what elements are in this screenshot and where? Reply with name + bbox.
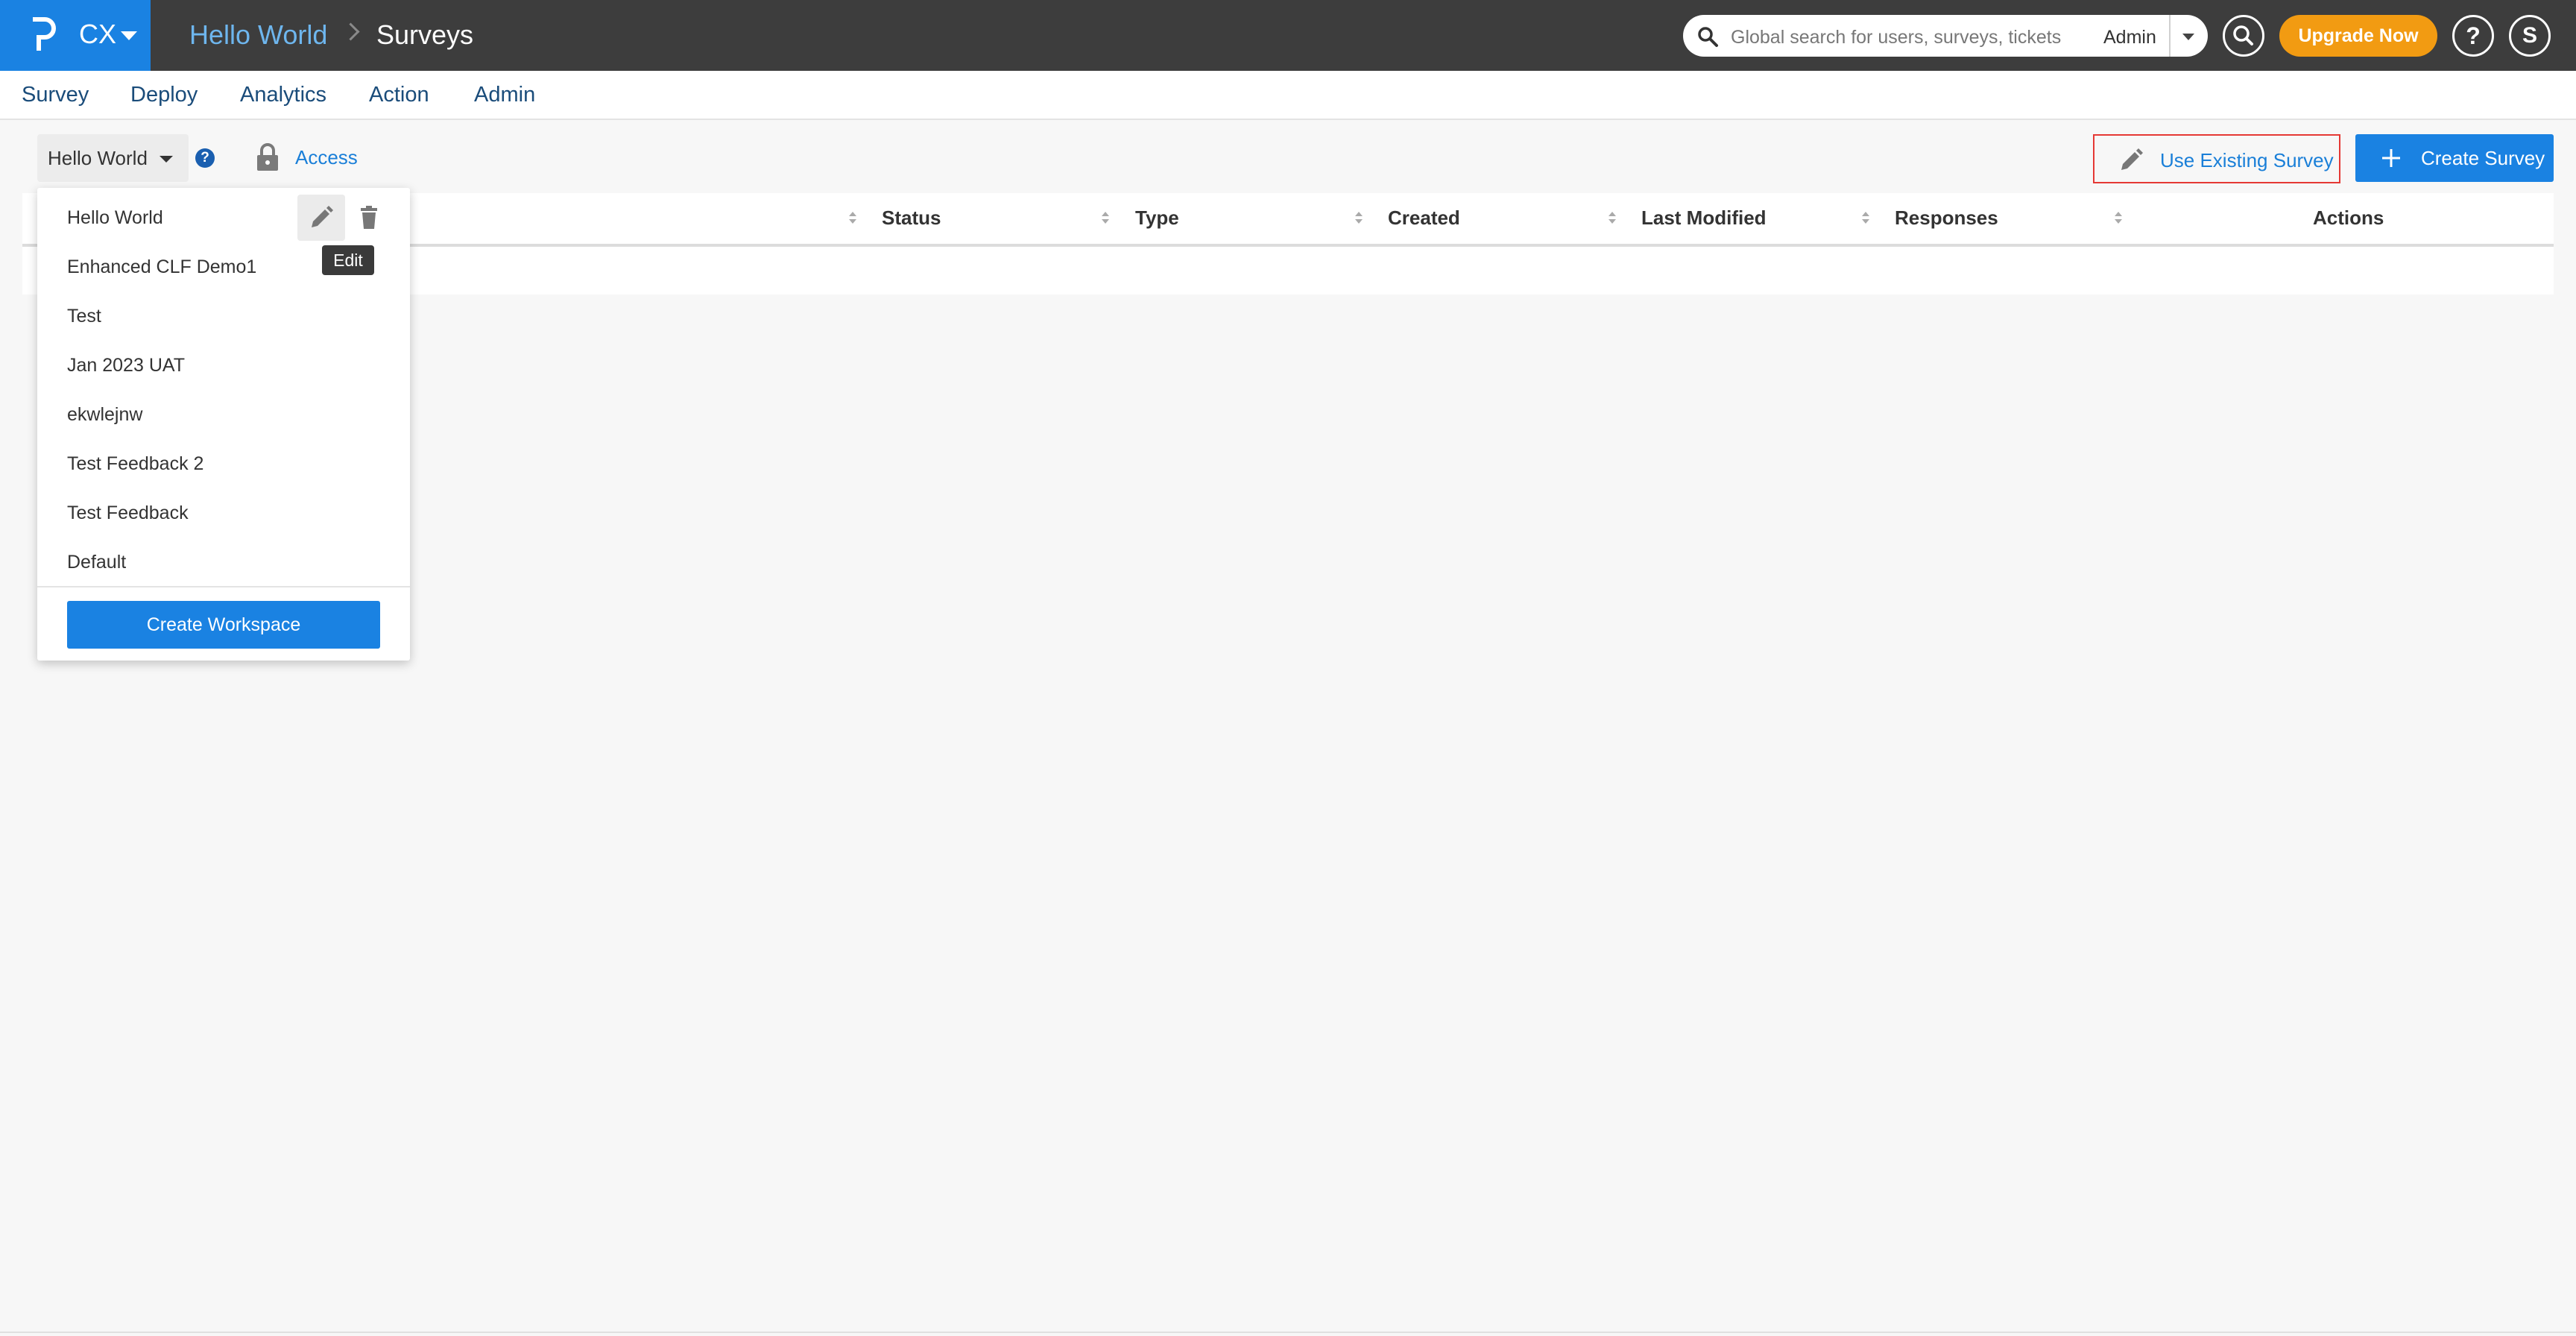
workspace-item[interactable]: Default: [67, 551, 126, 573]
nav-admin[interactable]: Admin: [474, 80, 535, 110]
top-bar: CX Hello World Surveys Global search for…: [0, 0, 2576, 71]
access-link[interactable]: Access: [295, 146, 358, 168]
nav-action[interactable]: Action: [369, 80, 429, 110]
search-icon: [1698, 27, 1718, 47]
workspace-select[interactable]: Hello World: [37, 134, 189, 182]
user-avatar[interactable]: S: [2509, 15, 2551, 57]
plus-icon: [2382, 149, 2400, 167]
column-last-modified[interactable]: Last Modified: [1641, 207, 1767, 229]
product-name: CX: [79, 19, 117, 49]
sort-icon[interactable]: [1861, 209, 1870, 227]
edit-workspace-button[interactable]: [297, 195, 345, 241]
divider: [37, 586, 410, 587]
product-switcher[interactable]: CX: [0, 0, 151, 71]
pencil-icon: [312, 206, 333, 227]
search-scope-label[interactable]: Admin: [2103, 27, 2156, 48]
column-created[interactable]: Created: [1388, 207, 1460, 229]
trash-icon[interactable]: [359, 206, 379, 230]
workspace-help-icon[interactable]: ?: [195, 148, 215, 168]
create-survey-label: Create Survey: [2421, 147, 2545, 169]
workspace-item[interactable]: Test Feedback: [67, 502, 189, 524]
nav-deploy[interactable]: Deploy: [130, 80, 198, 110]
divider: [2169, 15, 2171, 57]
sort-icon[interactable]: [848, 209, 857, 227]
column-actions: Actions: [2313, 207, 2384, 229]
main-nav: Survey Deploy Analytics Action Admin: [0, 71, 2576, 120]
chevron-down-icon[interactable]: [2182, 34, 2194, 40]
edit-tooltip: Edit: [322, 245, 374, 275]
chevron-right-icon: [341, 22, 360, 41]
upgrade-now-button[interactable]: Upgrade Now: [2279, 15, 2437, 57]
sort-icon[interactable]: [1608, 209, 1617, 227]
search-button[interactable]: [2223, 15, 2264, 57]
use-existing-survey-label: Use Existing Survey: [2160, 149, 2334, 171]
page-title: Surveys: [376, 19, 474, 50]
lock-icon: [257, 143, 278, 171]
help-button[interactable]: ?: [2452, 15, 2494, 57]
pencil-icon: [2121, 148, 2143, 170]
use-existing-survey-button[interactable]: Use Existing Survey: [2093, 134, 2340, 183]
workspace-select-label: Hello World: [48, 147, 148, 169]
search-input[interactable]: Global search for users, surveys, ticket…: [1731, 27, 2061, 48]
column-responses[interactable]: Responses: [1895, 207, 1998, 229]
workspace-item[interactable]: ekwlejnw: [67, 403, 142, 426]
column-status[interactable]: Status: [882, 207, 941, 229]
logo-icon: [33, 17, 56, 51]
create-survey-button[interactable]: Create Survey: [2355, 134, 2554, 182]
workspace-item[interactable]: Test Feedback 2: [67, 453, 203, 475]
chevron-down-icon: [121, 31, 137, 40]
divider: [0, 1332, 2576, 1333]
workspace-item[interactable]: Test: [67, 305, 101, 327]
create-workspace-button[interactable]: Create Workspace: [67, 601, 380, 649]
workspace-item[interactable]: Hello World: [67, 207, 163, 229]
sort-icon[interactable]: [2114, 209, 2123, 227]
column-type[interactable]: Type: [1135, 207, 1179, 229]
global-search[interactable]: Global search for users, surveys, ticket…: [1683, 15, 2208, 57]
breadcrumb-workspace[interactable]: Hello World: [189, 19, 327, 51]
nav-analytics[interactable]: Analytics: [240, 80, 326, 110]
workspace-item[interactable]: Enhanced CLF Demo1: [67, 256, 256, 278]
search-icon: [2233, 25, 2253, 45]
sort-icon[interactable]: [1101, 209, 1110, 227]
workspace-dropdown: Hello World Edit Enhanced CLF Demo1 Test…: [37, 188, 410, 661]
workspace-item[interactable]: Jan 2023 UAT: [67, 354, 185, 376]
sort-icon[interactable]: [1354, 209, 1363, 227]
chevron-down-icon: [160, 156, 173, 163]
nav-survey[interactable]: Survey: [22, 80, 89, 110]
